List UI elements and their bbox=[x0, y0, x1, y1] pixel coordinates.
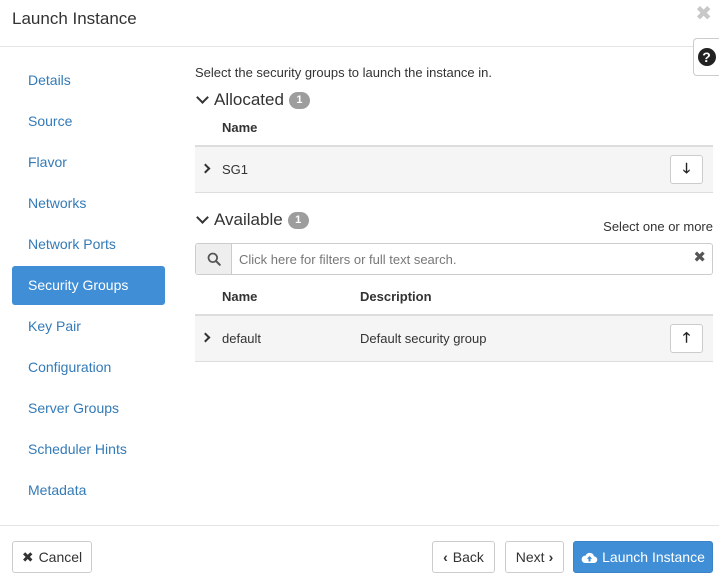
allocated-col-name[interactable]: Name bbox=[222, 120, 257, 135]
table-row-available: default Default security group 🡑 bbox=[195, 314, 713, 362]
back-label: Back bbox=[452, 549, 484, 565]
allocated-toggle[interactable]: Allocated 1 bbox=[195, 90, 310, 110]
cancel-label: Cancel bbox=[38, 549, 83, 565]
wizard-sidebar: Details Source Flavor Networks Network P… bbox=[12, 61, 165, 512]
next-label: Next bbox=[515, 549, 545, 565]
available-toggle[interactable]: Available 1 bbox=[195, 210, 309, 230]
sidebar-item-metadata[interactable]: Metadata bbox=[12, 471, 165, 510]
clear-search-icon[interactable]: ✖ bbox=[693, 250, 706, 265]
launch-label: Launch Instance bbox=[602, 549, 705, 565]
available-row-name: default bbox=[222, 331, 262, 346]
chevron-down-icon bbox=[196, 90, 209, 104]
cloud-upload-icon bbox=[581, 552, 598, 563]
intro-text: Select the security groups to launch the… bbox=[195, 65, 493, 80]
sidebar-item-server-groups[interactable]: Server Groups bbox=[12, 389, 165, 428]
close-icon[interactable]: ✖ bbox=[695, 4, 712, 24]
search-icon bbox=[196, 244, 232, 274]
sidebar-item-source[interactable]: Source bbox=[12, 102, 165, 141]
sidebar-item-networks[interactable]: Networks bbox=[12, 184, 165, 223]
search-input[interactable] bbox=[239, 244, 679, 274]
available-row-description: Default security group bbox=[360, 331, 487, 346]
available-count-badge: 1 bbox=[287, 211, 309, 229]
arrow-down-icon: 🡓 bbox=[682, 159, 691, 176]
close-icon: ✖ bbox=[21, 548, 34, 565]
next-button[interactable]: Next › bbox=[505, 541, 564, 573]
chevron-left-icon: ‹ bbox=[443, 549, 448, 565]
sidebar-item-security-groups[interactable]: Security Groups bbox=[12, 266, 165, 305]
sidebar-item-key-pair[interactable]: Key Pair bbox=[12, 307, 165, 346]
allocate-button[interactable]: 🡑 bbox=[670, 324, 703, 353]
allocated-title: Allocated bbox=[214, 90, 284, 109]
launch-instance-button[interactable]: Launch Instance bbox=[573, 541, 713, 573]
cancel-button[interactable]: ✖ Cancel bbox=[12, 541, 92, 573]
available-title: Available bbox=[214, 210, 283, 229]
arrow-up-icon: 🡑 bbox=[682, 328, 691, 345]
deallocate-button[interactable]: 🡓 bbox=[670, 155, 703, 184]
chevron-right-icon[interactable] bbox=[200, 332, 211, 343]
modal-footer: ✖ Cancel ‹ Back Next › Launch Instance bbox=[0, 525, 719, 579]
help-icon: ? bbox=[697, 48, 716, 66]
sidebar-item-network-ports[interactable]: Network Ports bbox=[12, 225, 165, 264]
available-col-name[interactable]: Name bbox=[222, 289, 257, 304]
sidebar-item-scheduler-hints[interactable]: Scheduler Hints bbox=[12, 430, 165, 469]
sidebar-item-details[interactable]: Details bbox=[12, 61, 165, 100]
search-bar: ✖ bbox=[195, 243, 713, 275]
modal-title: Launch Instance bbox=[12, 9, 137, 28]
allocated-row-name: SG1 bbox=[222, 162, 249, 177]
table-row-allocated: SG1 🡓 bbox=[195, 145, 713, 193]
chevron-right-icon[interactable] bbox=[200, 163, 211, 174]
sidebar-item-flavor[interactable]: Flavor bbox=[12, 143, 165, 182]
allocated-count-badge: 1 bbox=[288, 91, 310, 109]
back-button[interactable]: ‹ Back bbox=[432, 541, 495, 573]
sidebar-item-configuration[interactable]: Configuration bbox=[12, 348, 165, 387]
help-button[interactable]: ? bbox=[693, 38, 719, 76]
select-hint: Select one or more bbox=[603, 219, 713, 234]
chevron-right-icon: › bbox=[548, 549, 554, 565]
available-col-description[interactable]: Description bbox=[360, 289, 432, 304]
chevron-down-icon bbox=[196, 210, 209, 224]
modal-header: Launch Instance ✖ bbox=[0, 0, 719, 47]
